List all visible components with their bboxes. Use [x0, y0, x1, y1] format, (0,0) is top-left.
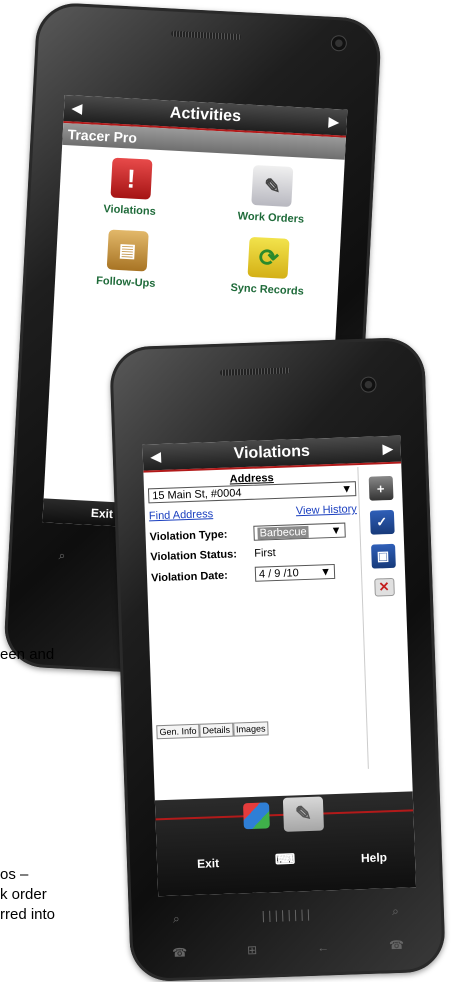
dropdown-arrow-icon: ▼: [330, 524, 342, 537]
keyboard-icon[interactable]: ⌨: [275, 851, 296, 869]
zoom-ticks: | | | | | | | |: [261, 907, 311, 923]
cancel-icon[interactable]: ✕: [373, 577, 395, 597]
tile-follow-ups[interactable]: ▤ Follow-Ups: [55, 227, 199, 292]
help-button[interactable]: Help: [361, 850, 387, 865]
violation-status-label: Violation Status:: [150, 548, 238, 564]
address-value: 15 Main St, #0004: [152, 486, 242, 502]
next-arrow-icon[interactable]: ▶: [382, 441, 393, 457]
bottom-bar: ✎ Exit ⌨ Help: [154, 791, 417, 897]
apps-icon[interactable]: [242, 802, 270, 830]
zoom-out-icon[interactable]: ⌕: [58, 548, 65, 563]
exit-button[interactable]: Exit: [90, 501, 114, 526]
tile-violations[interactable]: ! Violations: [59, 155, 203, 220]
sync-arrows-icon: ⟳: [247, 236, 290, 279]
tile-label: Violations: [103, 203, 157, 218]
caption-line: os –: [0, 866, 29, 883]
save-check-icon[interactable]: ✓: [369, 509, 395, 535]
violation-date-label: Violation Date:: [150, 569, 229, 584]
back-icon[interactable]: ←: [317, 940, 329, 954]
tab-gen-info[interactable]: Gen. Info: [156, 723, 200, 740]
dropdown-arrow-icon: ▼: [319, 565, 332, 578]
view-history-link[interactable]: View History: [296, 503, 357, 517]
add-record-icon[interactable]: +: [368, 475, 393, 501]
exit-button[interactable]: Exit: [197, 856, 219, 871]
tile-label: Work Orders: [237, 210, 305, 226]
violation-type-row: Violation Type: Barbecue ▼: [149, 522, 357, 544]
prev-arrow-icon[interactable]: ◀: [151, 449, 162, 465]
camera: [330, 34, 348, 52]
hardware-zoom-strip: ⌕ | | | | | | | | ⌕: [173, 904, 399, 927]
activity-grid: ! Violations ✎ Work Orders ▤ Follow-Ups …: [55, 145, 345, 300]
front-phone: ◀ Violations ▶ Address 15 Main St, #0004…: [109, 336, 446, 982]
speaker-grille: [219, 367, 291, 376]
violation-type-value: Barbecue: [257, 525, 309, 540]
violation-type-label: Violation Type:: [149, 528, 228, 543]
alert-icon: !: [110, 157, 153, 200]
violation-status-row: Violation Status: First: [150, 544, 358, 563]
violations-screen: ◀ Violations ▶ Address 15 Main St, #0004…: [142, 435, 417, 897]
tab-details[interactable]: Details: [199, 722, 234, 738]
violation-type-select[interactable]: Barbecue ▼: [253, 522, 346, 541]
action-column: + ✓ ▣ ✕: [357, 465, 412, 769]
clipboard-icon: ▤: [106, 229, 149, 272]
violation-date-value: 4 / 9 /10: [258, 566, 299, 581]
end-call-icon[interactable]: ☎: [389, 938, 404, 953]
tab-strip: Gen. Info Details Images: [156, 721, 269, 740]
caption-line: k order: [0, 886, 47, 903]
windows-icon[interactable]: ⊞: [247, 943, 258, 957]
save-icon[interactable]: ▣: [370, 543, 396, 569]
edit-form-icon[interactable]: ✎: [282, 796, 324, 832]
violation-date-picker[interactable]: 4 / 9 /10 ▼: [254, 563, 336, 582]
address-links: Find Address View History: [149, 503, 357, 522]
hardware-buttons: ☎ ⊞ ← ☎: [172, 938, 404, 960]
zoom-in-icon[interactable]: ⌕: [392, 904, 399, 919]
violation-form: Address 15 Main St, #0004 ▼ Find Address…: [147, 469, 360, 585]
tile-sync-records[interactable]: ⟳ Sync Records: [196, 234, 340, 299]
caption-line: rred into: [0, 906, 56, 923]
find-address-link[interactable]: Find Address: [149, 508, 214, 522]
camera: [360, 376, 377, 393]
call-icon[interactable]: ☎: [172, 945, 187, 960]
screen-title: Violations: [233, 442, 311, 463]
speaker-grille: [170, 30, 242, 41]
tile-work-orders[interactable]: ✎ Work Orders: [200, 162, 344, 227]
prev-arrow-icon[interactable]: ◀: [72, 100, 83, 117]
notepad-pencil-icon: ✎: [251, 164, 294, 207]
caption-line: een and: [0, 646, 55, 663]
screen-title: Activities: [169, 104, 242, 126]
violation-date-row: Violation Date: 4 / 9 /10 ▼: [151, 563, 359, 585]
dropdown-arrow-icon: ▼: [340, 482, 353, 496]
tile-label: Sync Records: [230, 281, 305, 298]
tile-label: Follow-Ups: [95, 274, 156, 290]
tab-images[interactable]: Images: [232, 721, 269, 737]
next-arrow-icon[interactable]: ▶: [328, 114, 339, 131]
zoom-out-icon[interactable]: ⌕: [173, 912, 180, 927]
violation-status-value: First: [254, 547, 276, 560]
